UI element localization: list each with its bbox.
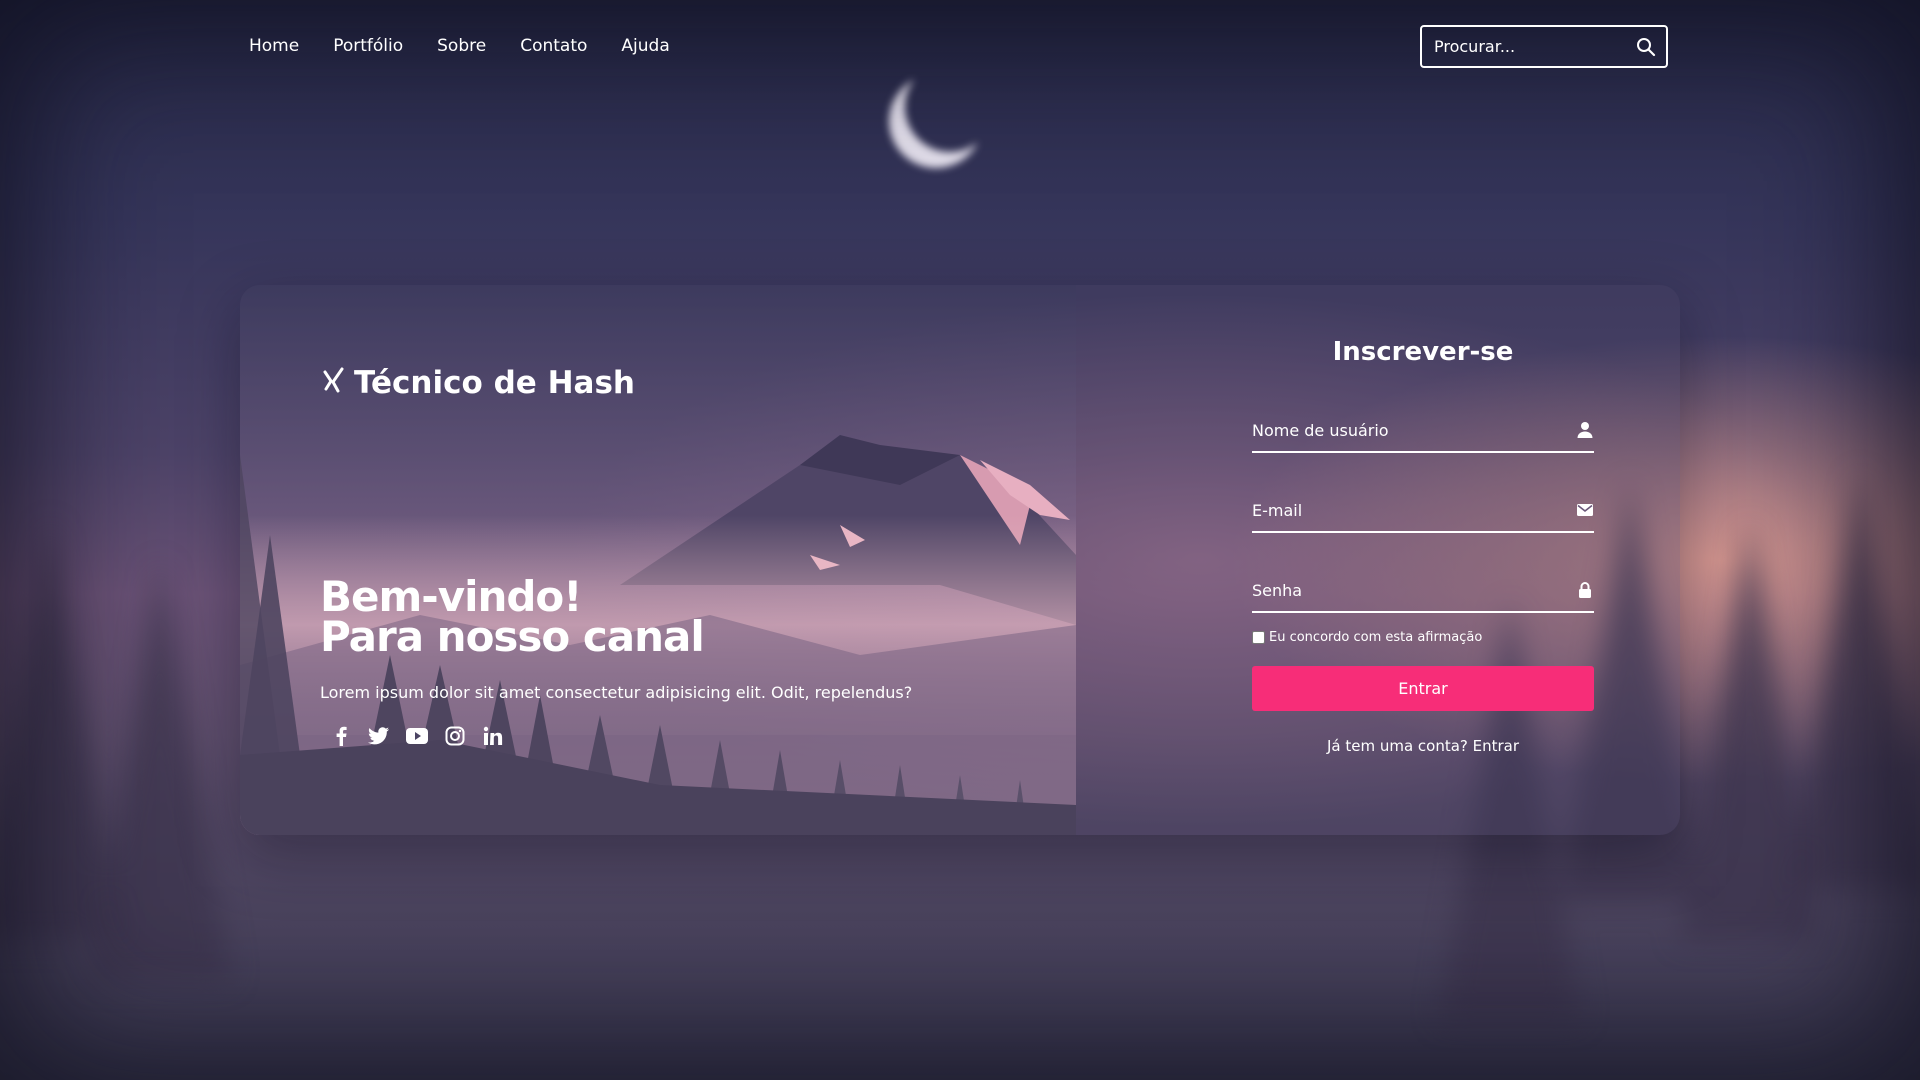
username-input[interactable]: [1252, 420, 1576, 440]
youtube-icon[interactable]: [406, 725, 428, 747]
search-input[interactable]: [1432, 36, 1636, 57]
lock-icon: [1576, 581, 1594, 599]
social-links: [330, 725, 504, 747]
email-field-wrapper: [1252, 489, 1594, 533]
envelope-icon: [1576, 501, 1594, 519]
twitter-icon[interactable]: [368, 725, 390, 747]
signup-card: Técnico de Hash Bem-vindo! Para nosso ca…: [240, 285, 1680, 835]
welcome-line-1: Bem-vindo!: [320, 572, 582, 621]
linkedin-icon[interactable]: [482, 725, 504, 747]
moon: [905, 62, 995, 152]
agree-checkbox[interactable]: [1252, 631, 1265, 644]
username-field-wrapper: [1252, 409, 1594, 453]
agree-checkbox-label[interactable]: Eu concordo com esta afirmação: [1252, 630, 1482, 645]
form-title: Inscrever-se: [1332, 337, 1514, 367]
instagram-icon[interactable]: [444, 725, 466, 747]
agree-text: Eu concordo com esta afirmação: [1269, 630, 1483, 645]
login-link[interactable]: Já tem uma conta? Entrar: [1252, 737, 1594, 755]
nav-link-contato[interactable]: Contato: [520, 36, 587, 56]
search-box: [1420, 25, 1668, 68]
mountain-illustration: Técnico de Hash Bem-vindo! Para nosso ca…: [240, 285, 1076, 835]
brand-name: Técnico de Hash: [354, 365, 635, 401]
search-icon[interactable]: [1636, 37, 1656, 57]
top-nav: Home Portfólio Sobre Contato Ajuda: [249, 36, 670, 56]
password-input[interactable]: [1252, 580, 1576, 600]
nav-link-ajuda[interactable]: Ajuda: [621, 36, 669, 56]
entrar-button[interactable]: Entrar: [1252, 666, 1594, 711]
xing-icon: [322, 365, 346, 401]
facebook-icon[interactable]: [330, 725, 352, 747]
welcome-heading: Bem-vindo! Para nosso canal: [320, 572, 705, 661]
welcome-line-2: Para nosso canal: [320, 612, 705, 661]
nav-link-home[interactable]: Home: [249, 36, 299, 56]
background-tree: [90, 560, 230, 980]
background-tree: [1790, 470, 1920, 890]
brand-logo[interactable]: Técnico de Hash: [322, 365, 635, 401]
email-input[interactable]: [1252, 500, 1576, 520]
nav-link-portfolio[interactable]: Portfólio: [333, 36, 403, 56]
password-field-wrapper: [1252, 569, 1594, 613]
nav-link-sobre[interactable]: Sobre: [437, 36, 486, 56]
user-icon: [1576, 421, 1594, 439]
welcome-text: Lorem ipsum dolor sit amet consectetur a…: [320, 683, 913, 702]
